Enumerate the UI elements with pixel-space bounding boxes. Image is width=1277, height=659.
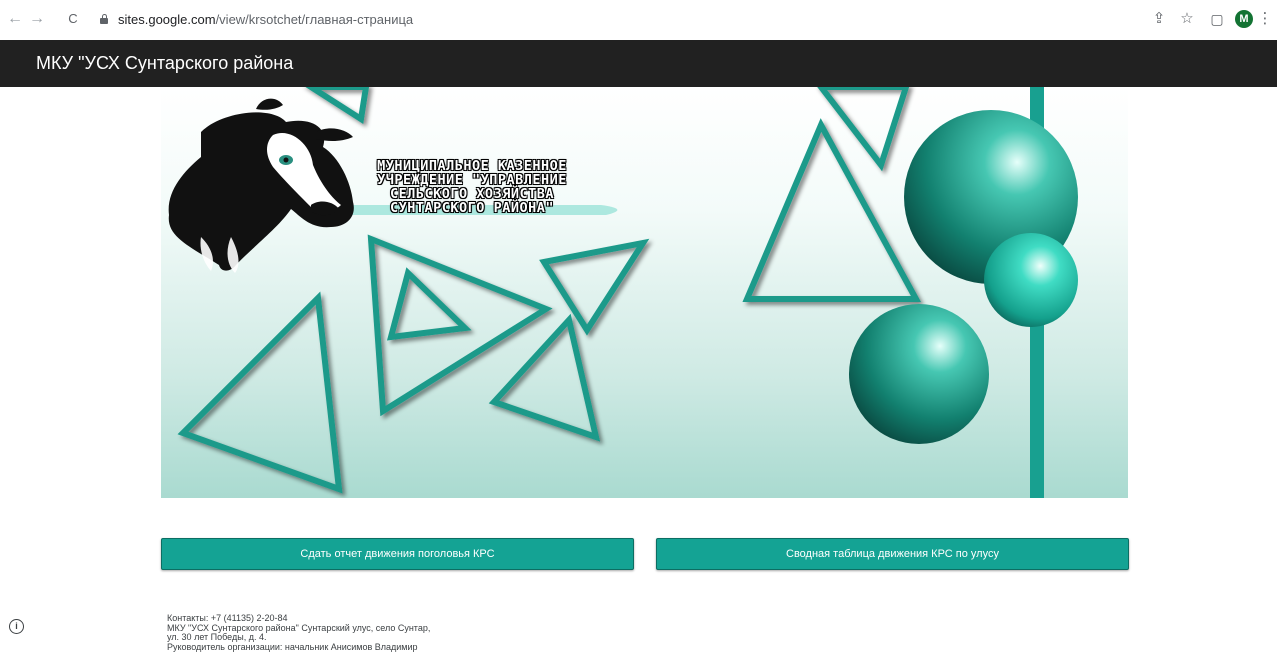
triangle-shape bbox=[488, 313, 601, 442]
banner-title: МУНИЦИПАЛЬНОЕ КАЗЕННОЕ УЧРЕЖДЕНИЕ "УПРАВ… bbox=[341, 159, 603, 215]
triangle-shape bbox=[539, 238, 650, 336]
banner-title-line: МУНИЦИПАЛЬНОЕ КАЗЕННОЕ bbox=[377, 158, 567, 174]
triangle-shape bbox=[305, 87, 370, 125]
triangle-shape bbox=[177, 291, 343, 494]
back-icon[interactable]: ← bbox=[6, 10, 24, 28]
banner-title-line: УЧРЕЖДЕНИЕ "УПРАВЛЕНИЕ bbox=[377, 172, 567, 188]
browser-toolbar: ← → C sites.google.com/view/krsotchet/гл… bbox=[0, 0, 1277, 40]
sphere bbox=[984, 233, 1078, 327]
submit-report-button[interactable]: Сдать отчет движения поголовья КРС bbox=[161, 538, 634, 570]
browser-menu-icon[interactable]: ⋮ bbox=[1256, 10, 1274, 28]
url-text[interactable]: sites.google.com/view/krsotchet/главная-… bbox=[118, 12, 413, 27]
forward-icon[interactable]: → bbox=[28, 10, 46, 28]
banner-graphic bbox=[168, 87, 1078, 498]
footer-contacts: Контакты: +7 (41135) 2-20-84 МКУ "УСХ Су… bbox=[167, 613, 430, 652]
summary-table-button[interactable]: Сводная таблица движения КРС по улусу bbox=[656, 538, 1129, 570]
triangle-shape bbox=[742, 118, 922, 302]
triangle-shape bbox=[386, 267, 472, 341]
footer-line: Руководитель организации: начальник Анис… bbox=[167, 641, 418, 652]
banner-title-line: СУНТАРСКОГО РАЙОНА" bbox=[390, 200, 554, 216]
banner-image: МУНИЦИПАЛЬНОЕ КАЗЕННОЕ УЧРЕЖДЕНИЕ "УПРАВ… bbox=[161, 87, 1128, 498]
cow-logo bbox=[168, 98, 354, 273]
side-panel-icon[interactable]: ▢ bbox=[1208, 10, 1226, 28]
reload-icon[interactable]: C bbox=[64, 10, 82, 28]
site-title[interactable]: МКУ "УСХ Сунтарского района bbox=[36, 53, 293, 74]
banner-title-line: СЕЛЬСКОГО ХОЗЯЙСТВА bbox=[390, 186, 554, 202]
info-icon[interactable]: i bbox=[9, 619, 24, 634]
sphere bbox=[849, 304, 989, 444]
address-bar[interactable]: sites.google.com/view/krsotchet/главная-… bbox=[92, 6, 1252, 34]
site-header: МКУ "УСХ Сунтарского района bbox=[0, 40, 1277, 87]
url-host: sites.google.com bbox=[118, 12, 216, 27]
lock-icon bbox=[100, 14, 108, 24]
share-icon[interactable]: ⇪ bbox=[1150, 10, 1168, 28]
url-path: /view/krsotchet/главная-страница bbox=[215, 12, 414, 27]
star-icon[interactable]: ☆ bbox=[1178, 10, 1196, 28]
profile-avatar[interactable]: M bbox=[1235, 10, 1253, 28]
